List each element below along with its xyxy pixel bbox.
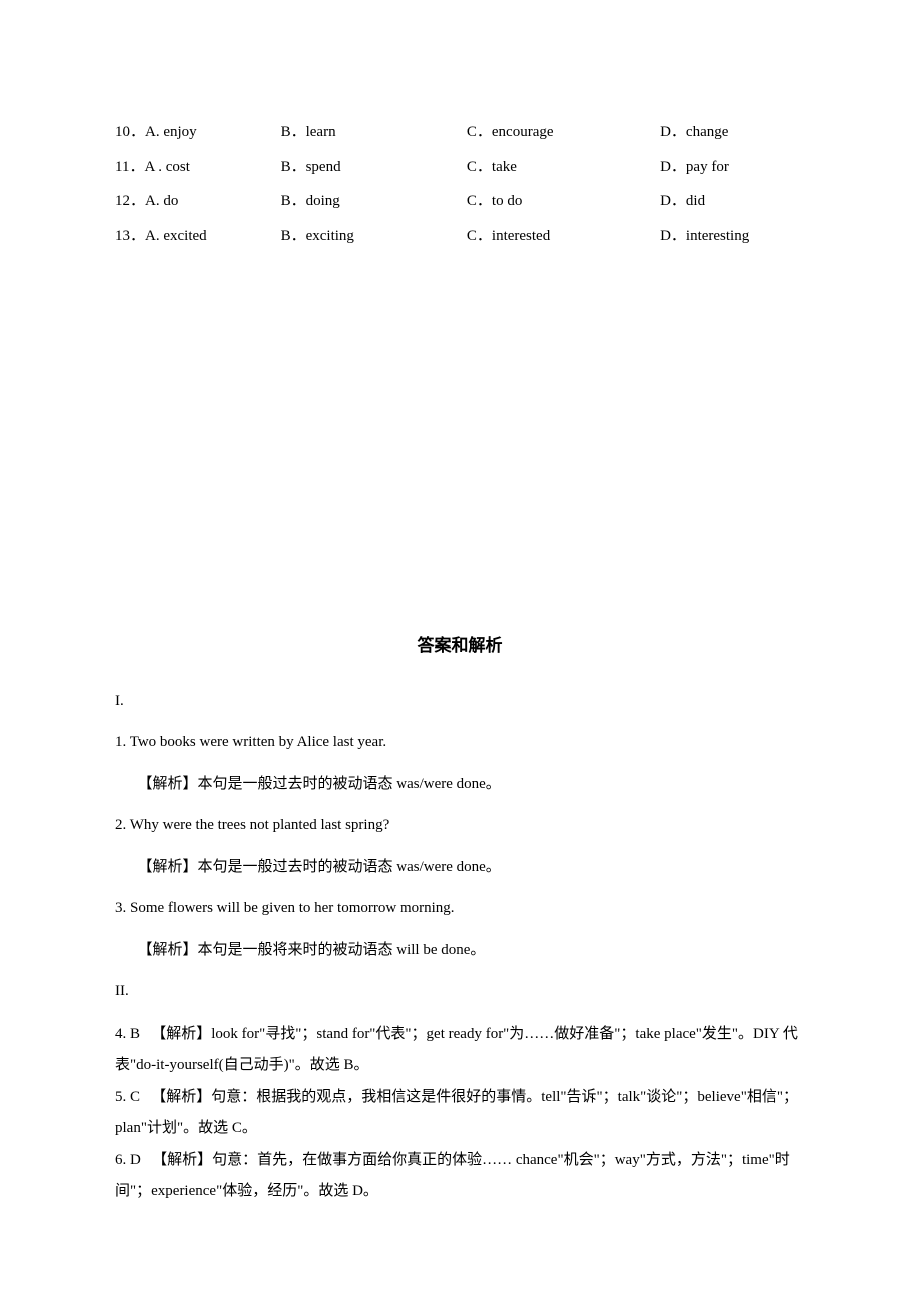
option-cell: D．pay for [660,150,805,185]
option-cell: C．take [467,150,660,185]
option-cell: D．change [660,115,805,150]
answer-line: 2. Why were the trees not planted last s… [115,811,805,840]
answer-explanation: 【解析】本句是一般将来时的被动语态 will be done。 [115,936,805,965]
option-cell: C．to do [467,184,660,219]
answer-explanation: 【解析】本句是一般过去时的被动语态 was/were done。 [115,853,805,882]
option-cell: 12．A. do [115,184,281,219]
document-page: 10．A. enjoyB．learnC．encourageD．change11．… [0,0,920,1302]
option-cell: B．spend [281,150,467,185]
answer-line: 3. Some flowers will be given to her tom… [115,894,805,923]
answer-explanation: 5. C 【解析】句意：根据我的观点，我相信这是件很好的事情。tell"告诉"；… [115,1082,805,1145]
table-row: 11．A . costB．spendC．takeD．pay for [115,150,805,185]
option-cell: C．interested [467,219,660,254]
option-cell: C．encourage [467,115,660,150]
answer-section: I. 1. Two books were written by Alice la… [115,687,805,1208]
section2-label: II. [115,977,805,1006]
option-cell: D．interesting [660,219,805,254]
section1-label: I. [115,687,805,716]
option-cell: 11．A . cost [115,150,281,185]
option-cell: 10．A. enjoy [115,115,281,150]
table-row: 10．A. enjoyB．learnC．encourageD．change [115,115,805,150]
answer-explanation: 6. D 【解析】句意：首先，在做事方面给你真正的体验…… chance"机会"… [115,1145,805,1208]
table-row: 13．A. excitedB．excitingC．interestedD．int… [115,219,805,254]
section-title: 答案和解析 [115,633,805,659]
option-cell: D．did [660,184,805,219]
option-cell: B．exciting [281,219,467,254]
option-cell: 13．A. excited [115,219,281,254]
answer-line: 1. Two books were written by Alice last … [115,728,805,757]
answer-explanation: 4. B 【解析】look for"寻找"；stand for"代表"；get … [115,1019,805,1082]
table-row: 12．A. doB．doingC．to doD．did [115,184,805,219]
option-cell: B．learn [281,115,467,150]
option-cell: B．doing [281,184,467,219]
answer-explanation: 【解析】本句是一般过去时的被动语态 was/were done。 [115,770,805,799]
question-options-table: 10．A. enjoyB．learnC．encourageD．change11．… [115,115,805,253]
